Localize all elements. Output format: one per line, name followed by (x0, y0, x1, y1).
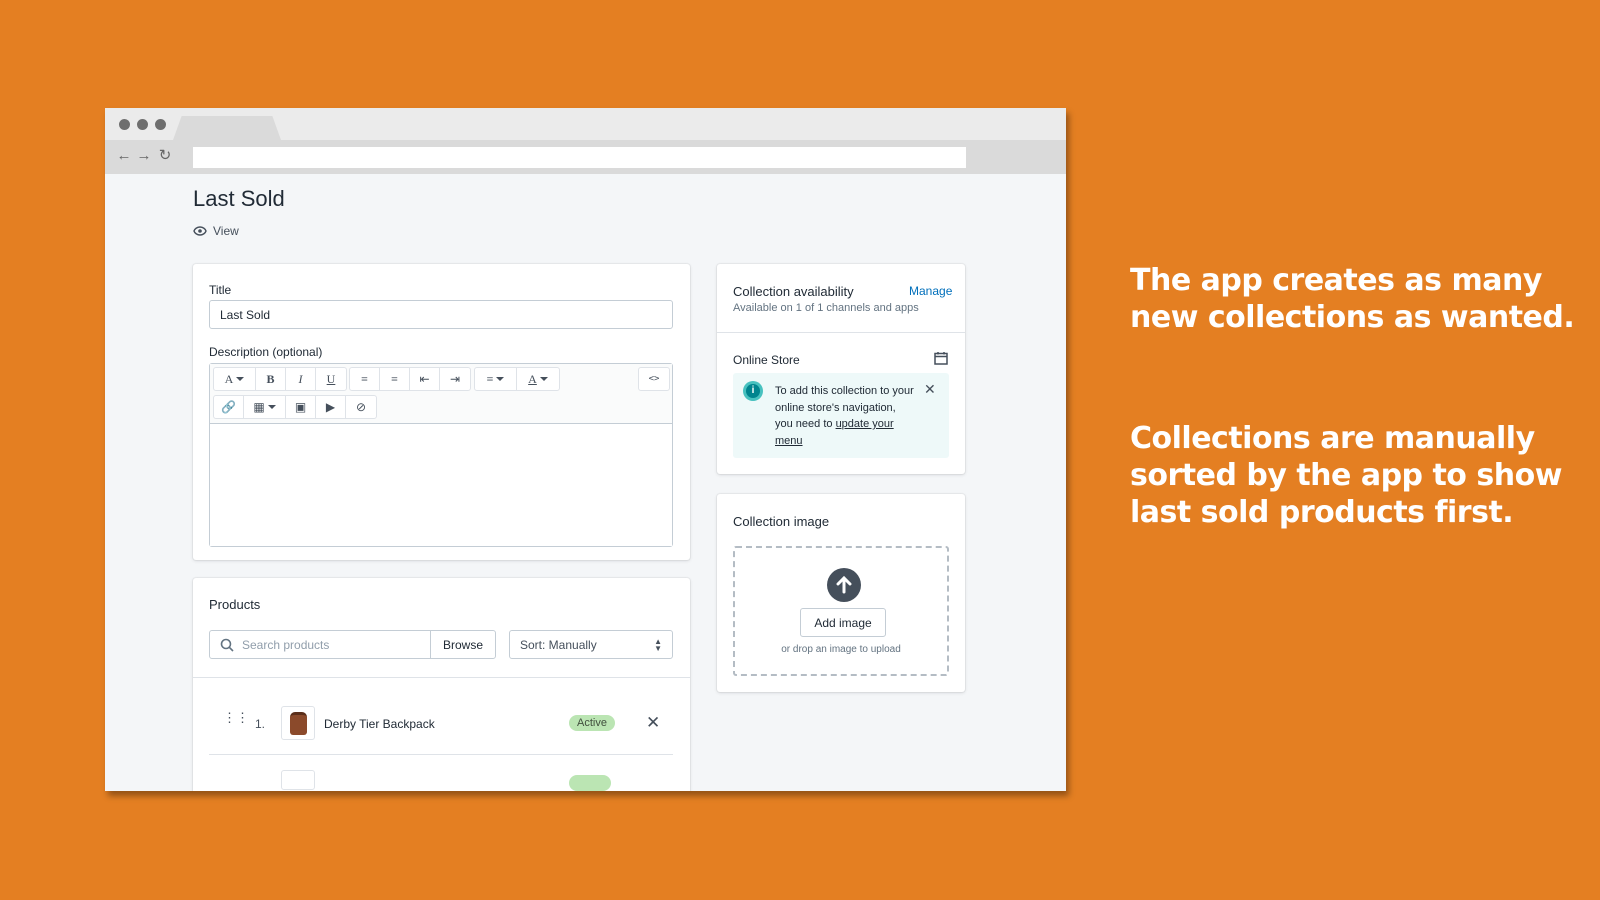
divider (193, 677, 690, 678)
product-index: 1. (255, 717, 266, 731)
chevron-down-icon (539, 377, 548, 381)
font-dropdown[interactable]: A (214, 368, 256, 390)
chevron-down-icon (267, 405, 276, 409)
view-link[interactable]: View (193, 224, 239, 238)
general-card: Title Last Sold Description (optional) A… (193, 264, 690, 560)
image-card: Collection image Add image or drop an im… (717, 494, 965, 692)
underline-icon[interactable]: U (316, 368, 346, 390)
calendar-icon[interactable] (934, 351, 948, 365)
chevron-down-icon (236, 377, 245, 381)
title-input[interactable]: Last Sold (209, 300, 673, 329)
add-image-button[interactable]: Add image (800, 608, 886, 637)
divider (209, 754, 673, 755)
dismiss-banner-icon[interactable]: ✕ (924, 381, 936, 398)
search-icon (220, 638, 234, 652)
product-row-partial (281, 770, 315, 790)
product-search-input[interactable]: Search products (209, 630, 431, 659)
image-icon[interactable]: ▣ (286, 396, 316, 418)
forward-arrow-icon[interactable]: → (135, 146, 153, 166)
bold-icon[interactable]: B (256, 368, 286, 390)
video-icon[interactable]: ▶ (316, 396, 346, 418)
list-group: ≡ ≡ ⇤ ⇥ (349, 367, 471, 391)
text-color-icon: A (528, 371, 537, 386)
insert-group: 🔗 ▦ ▣ ▶ ⊘ (213, 395, 377, 419)
code-view-icon[interactable]: <> (639, 368, 669, 390)
description-editor: A B I U ≡ ≡ ⇤ ⇥ ≡ A <> 🔗 ▦ ▣ ▶ ⊘ (209, 363, 673, 547)
sort-label: Sort: Manually (520, 637, 597, 652)
window-maximize-dot[interactable] (155, 119, 166, 130)
channel-name: Online Store (733, 353, 800, 367)
product-row: ⋮⋮ 1. Derby Tier Backpack Active ✕ (209, 706, 673, 742)
page-title: Last Sold (193, 186, 285, 211)
remove-product-icon[interactable]: ✕ (646, 713, 660, 733)
browser-tab[interactable] (173, 116, 281, 140)
back-arrow-icon[interactable]: ← (115, 146, 133, 166)
table-icon: ▦ (253, 399, 265, 414)
editor-body[interactable] (210, 424, 672, 546)
select-arrows-icon: ▲ ▼ (654, 636, 662, 653)
status-badge: Active (569, 715, 615, 731)
align-left-icon: ≡ (486, 371, 494, 386)
numbered-list-icon[interactable]: ≡ (380, 368, 410, 390)
bullet-list-icon[interactable]: ≡ (350, 368, 380, 390)
browse-button[interactable]: Browse (430, 630, 496, 659)
image-heading: Collection image (733, 514, 830, 529)
url-bar[interactable] (193, 147, 966, 168)
link-icon[interactable]: 🔗 (214, 396, 244, 418)
description-label: Description (optional) (209, 345, 323, 359)
text-color-dropdown[interactable]: A (517, 368, 559, 390)
search-placeholder: Search products (242, 637, 330, 652)
status-badge-partial (569, 775, 611, 791)
caption-sorting: Collections are manually sorted by the a… (1130, 421, 1562, 530)
outdent-icon[interactable]: ⇤ (410, 368, 440, 390)
browser-window: ← → ↻ Last Sold View Title Last Sold Des… (105, 108, 1066, 791)
view-label: View (213, 224, 239, 238)
product-thumbnail (281, 706, 315, 740)
info-icon: i (743, 381, 763, 401)
caption-collections: The app creates as many new collections … (1130, 263, 1575, 335)
drop-hint: or drop an image to upload (781, 644, 901, 655)
format-group: A B I U (213, 367, 347, 391)
sort-select[interactable]: Sort: Manually ▲ ▼ (509, 630, 673, 659)
products-heading: Products (209, 597, 261, 612)
upload-arrow-icon (827, 568, 861, 602)
manage-link[interactable]: Manage (909, 284, 952, 298)
browser-title-bar (105, 108, 1066, 140)
window-minimize-dot[interactable] (137, 119, 148, 130)
window-close-dot[interactable] (119, 119, 130, 130)
chevron-down-icon (496, 377, 505, 381)
italic-icon[interactable]: I (286, 368, 316, 390)
browser-nav-bar: ← → ↻ (105, 140, 1066, 174)
products-card: Products Search products Browse Sort: Ma… (193, 578, 690, 791)
table-dropdown[interactable]: ▦ (244, 396, 286, 418)
font-icon: A (224, 371, 234, 386)
eye-icon (193, 226, 207, 236)
info-banner: i To add this collection to your online … (733, 373, 949, 458)
code-group: <> (638, 367, 670, 391)
product-name[interactable]: Derby Tier Backpack (324, 717, 435, 731)
align-dropdown[interactable]: ≡ (475, 368, 517, 390)
clear-format-icon[interactable]: ⊘ (346, 396, 376, 418)
drag-handle-icon[interactable]: ⋮⋮ (223, 711, 249, 724)
availability-heading: Collection availability (733, 284, 854, 299)
indent-icon[interactable]: ⇥ (440, 368, 470, 390)
editor-toolbar: A B I U ≡ ≡ ⇤ ⇥ ≡ A <> 🔗 ▦ ▣ ▶ ⊘ (210, 364, 672, 424)
availability-card: Collection availability Manage Available… (717, 264, 965, 474)
image-dropzone[interactable]: Add image or drop an image to upload (733, 546, 949, 676)
availability-subtext: Available on 1 of 1 channels and apps (733, 302, 919, 314)
align-group: ≡ A (474, 367, 560, 391)
title-label: Title (209, 283, 232, 297)
banner-text: To add this collection to your online st… (775, 383, 915, 449)
reload-icon[interactable]: ↻ (156, 146, 174, 166)
page-content: Last Sold View Title Last Sold Descripti… (105, 174, 1066, 791)
divider (717, 332, 965, 333)
backpack-icon (290, 712, 307, 735)
